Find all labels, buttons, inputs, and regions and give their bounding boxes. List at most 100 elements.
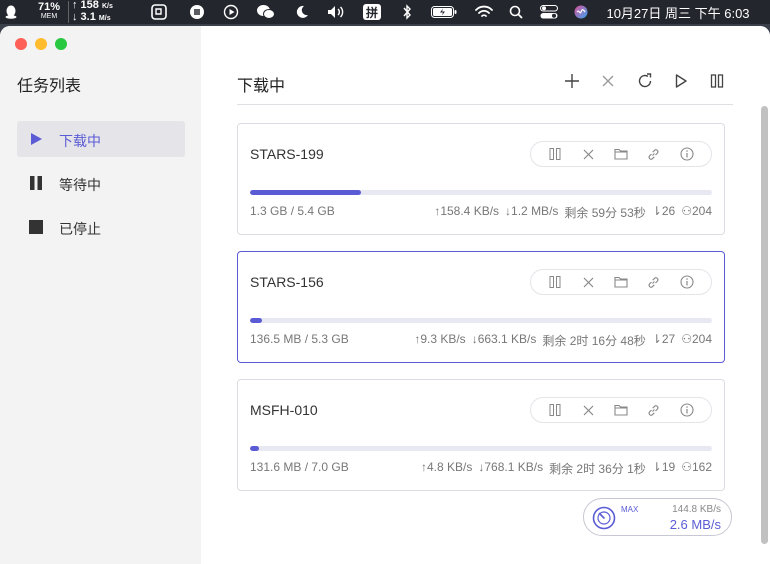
task-info-button[interactable] (679, 402, 695, 418)
task-size: 131.6 MB / 7.0 GB (250, 460, 349, 474)
menu-bar: 71% MEM ↑ 158 K/s ↓ 3.1 M/s 拼 10月27日 周三 (0, 0, 770, 24)
close-icon (583, 277, 594, 287)
memory-monitor[interactable]: 71% MEM (33, 0, 65, 24)
sidebar-title: 任务列表 (17, 78, 82, 95)
folder-icon (614, 148, 628, 160)
task-info-button[interactable] (679, 274, 695, 290)
copy-link-button[interactable] (646, 146, 662, 162)
battery-icon[interactable] (431, 0, 457, 24)
connections-count: ⇂27 (651, 332, 676, 346)
add-task-button[interactable] (562, 71, 582, 91)
upload-speed: ↑158.4 KB/s (434, 204, 500, 218)
pause-icon (710, 74, 724, 88)
task-card[interactable]: MSFH-010 131.6 MB / 7.0 GB ↑4.8 KB/s ↓76… (237, 379, 725, 491)
sidebar-item-downloading[interactable]: 下载中 (17, 121, 185, 157)
siri-icon[interactable] (573, 0, 589, 24)
scrollbar[interactable] (761, 106, 768, 544)
play-icon (675, 74, 687, 88)
upload-speed: ↑4.8 KB/s (421, 460, 473, 474)
app-window: 任务列表 下载中 等待中 已停止 下载中 STARS-199 1.3 GB / … (0, 26, 770, 564)
remove-task-button[interactable] (580, 274, 596, 290)
folder-icon (614, 404, 628, 416)
open-folder-button[interactable] (613, 274, 629, 290)
info-icon (680, 147, 694, 161)
plus-icon (565, 74, 579, 88)
pause-all-button[interactable] (707, 71, 727, 91)
remove-task-button[interactable] (580, 402, 596, 418)
connections-icon: ⇂ (651, 204, 662, 218)
peers-count: ⚇204 (681, 204, 712, 218)
connections-count: ⇂26 (651, 204, 676, 218)
refresh-icon (638, 73, 652, 88)
task-info-row: 1.3 GB / 5.4 GB ↑158.4 KB/s ↓1.2 MB/s 剩余… (250, 204, 712, 221)
task-name: STARS-156 (250, 274, 324, 290)
time-remaining: 剩余 59分 53秒 (564, 206, 646, 220)
download-speed: ↓663.1 KB/s (471, 332, 537, 346)
window-close-button[interactable] (15, 38, 27, 50)
menubar-clock[interactable]: 10月27日 周三 下午 6:03 (602, 0, 754, 24)
sidebar-item-stopped[interactable]: 已停止 (17, 209, 185, 245)
link-icon (648, 148, 659, 160)
close-icon (602, 75, 614, 87)
refresh-button[interactable] (635, 71, 655, 91)
screenshot-icon[interactable] (150, 0, 168, 24)
task-info-button[interactable] (679, 146, 695, 162)
close-icon (583, 405, 594, 415)
task-info-row: 136.5 MB / 5.3 GB ↑9.3 KB/s ↓663.1 KB/s … (250, 332, 712, 349)
net-up-unit: K/s (101, 3, 113, 10)
main-panel: 下载中 STARS-199 1.3 GB / 5.4 GB ↑158.4 KB/… (201, 26, 770, 564)
task-info-row: 131.6 MB / 7.0 GB ↑4.8 KB/s ↓768.1 KB/s … (250, 460, 712, 477)
task-card-selected[interactable]: STARS-156 136.5 MB / 5.3 GB ↑9.3 KB/s ↓6… (237, 251, 725, 363)
peers-count: ⚇204 (681, 332, 712, 346)
connections-count: ⇂19 (651, 460, 676, 474)
progress-bar (250, 318, 712, 323)
speed-meter[interactable]: MAX 144.8 KB/s 2.6 MB/s (583, 498, 732, 536)
connections-icon: ⇂ (651, 460, 662, 474)
pause-icon (549, 276, 561, 288)
delete-all-button[interactable] (598, 71, 618, 91)
time-remaining: 剩余 2时 16分 48秒 (542, 334, 646, 348)
bluetooth-icon[interactable] (400, 0, 414, 24)
pause-task-button[interactable] (547, 146, 563, 162)
sidebar-item-label: 已停止 (59, 221, 101, 237)
total-download-speed: 2.6 MB/s (669, 517, 721, 532)
search-icon[interactable] (508, 0, 524, 24)
window-minimize-button[interactable] (35, 38, 47, 50)
pause-icon (549, 404, 561, 416)
task-name: MSFH-010 (250, 402, 318, 418)
sidebar-item-waiting[interactable]: 等待中 (17, 165, 185, 201)
task-card[interactable]: STARS-199 1.3 GB / 5.4 GB ↑158.4 KB/s ↓1… (237, 123, 725, 235)
copy-link-button[interactable] (646, 402, 662, 418)
download-speed: ↓768.1 KB/s (478, 460, 544, 474)
wechat-icon[interactable] (256, 0, 276, 24)
connections-icon: ⇂ (651, 332, 662, 346)
page-title: 下载中 (237, 78, 286, 95)
peers-icon: ⚇ (681, 204, 692, 218)
progress-fill (250, 190, 361, 195)
remove-task-button[interactable] (580, 146, 596, 162)
upload-speed: ↑9.3 KB/s (414, 332, 466, 346)
link-icon (648, 404, 659, 416)
window-zoom-button[interactable] (55, 38, 67, 50)
wifi-icon[interactable] (474, 0, 494, 24)
open-folder-button[interactable] (613, 146, 629, 162)
peers-icon: ⚇ (681, 460, 692, 474)
copy-link-button[interactable] (646, 274, 662, 290)
close-icon (583, 149, 594, 159)
net-up-value: ↑ 158 (72, 0, 99, 11)
open-folder-button[interactable] (613, 402, 629, 418)
moon-icon[interactable] (294, 0, 310, 24)
control-center-icon[interactable] (539, 0, 559, 24)
sidebar-item-label: 下载中 (59, 133, 101, 149)
media-play-icon[interactable] (222, 0, 240, 24)
volume-icon[interactable] (326, 0, 348, 24)
input-method-icon[interactable]: 拼 (363, 4, 381, 20)
pause-task-button[interactable] (547, 274, 563, 290)
qq-icon[interactable] (2, 0, 20, 24)
link-icon (648, 276, 659, 288)
pause-icon (549, 148, 561, 160)
resume-all-button[interactable] (671, 71, 691, 91)
network-monitor[interactable]: ↑ 158 K/s ↓ 3.1 M/s (72, 0, 124, 24)
pause-task-button[interactable] (547, 402, 563, 418)
vpn-icon[interactable] (188, 0, 206, 24)
